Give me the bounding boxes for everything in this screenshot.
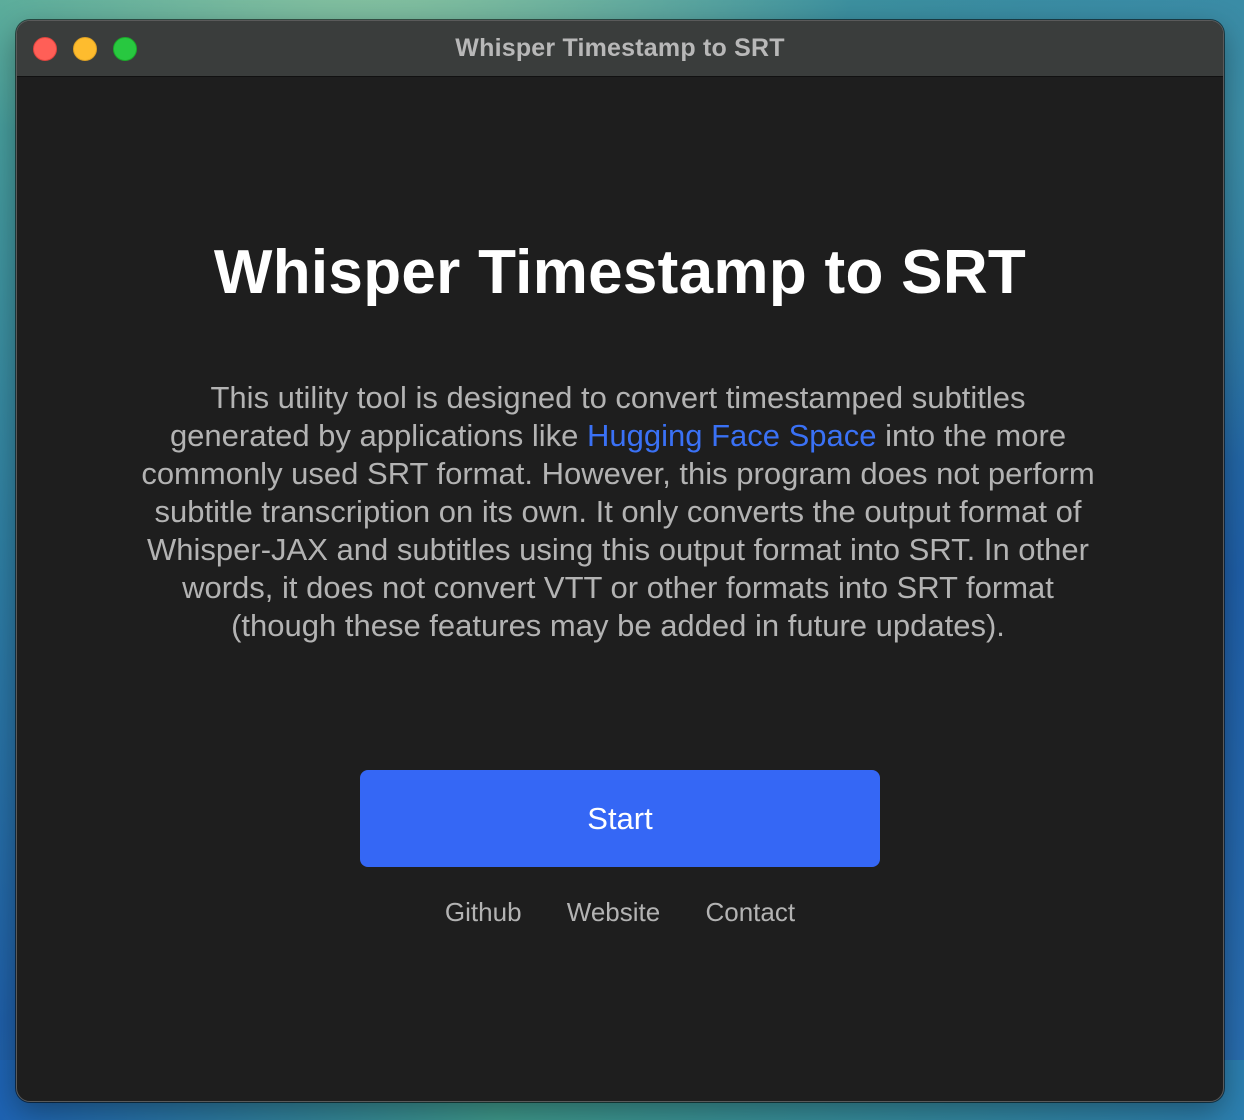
github-link[interactable]: Github bbox=[445, 897, 522, 928]
title-bar[interactable]: Whisper Timestamp to SRT bbox=[17, 21, 1223, 77]
main-content: Whisper Timestamp to SRT This utility to… bbox=[17, 77, 1223, 1101]
page-title: Whisper Timestamp to SRT bbox=[213, 238, 1027, 307]
website-link[interactable]: Website bbox=[567, 897, 660, 928]
window-title: Whisper Timestamp to SRT bbox=[455, 34, 785, 62]
hugging-face-space-link[interactable]: Hugging Face Space bbox=[587, 418, 877, 453]
contact-link[interactable]: Contact bbox=[705, 897, 795, 928]
footer-links: Github Website Contact bbox=[17, 897, 1223, 928]
start-button[interactable]: Start bbox=[360, 770, 880, 867]
app-window: Whisper Timestamp to SRT Whisper Timesta… bbox=[16, 20, 1224, 1102]
description-text: This utility tool is designed to convert… bbox=[137, 379, 1099, 645]
